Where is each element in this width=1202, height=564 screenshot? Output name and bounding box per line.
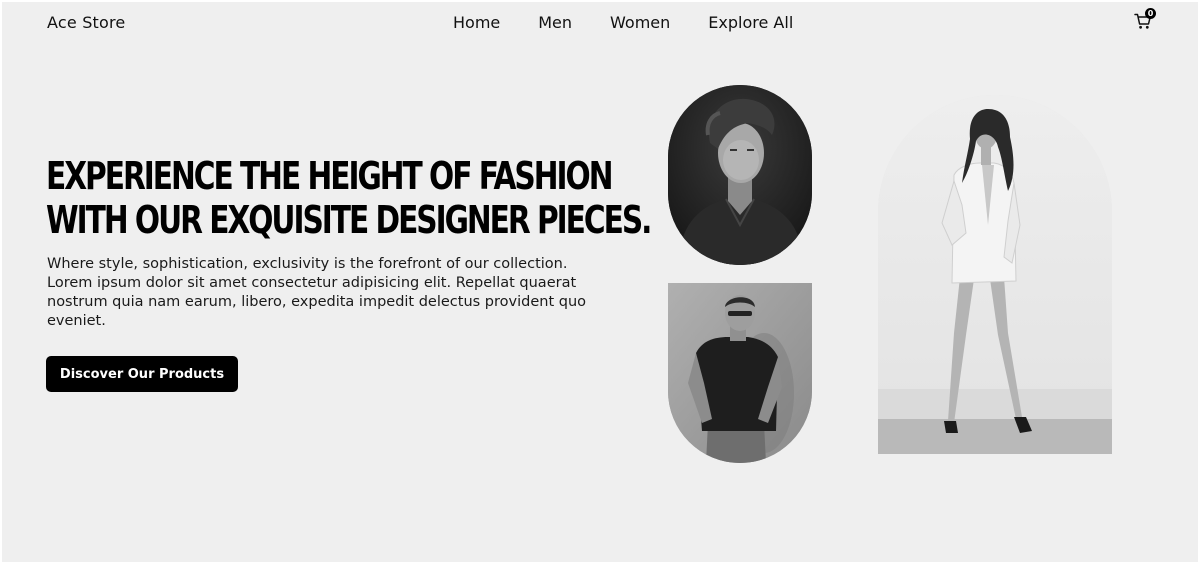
man-portrait-image xyxy=(668,85,812,265)
cart-button[interactable]: 0 xyxy=(1134,8,1156,31)
nav-home[interactable]: Home xyxy=(453,13,500,32)
man-casual-image xyxy=(668,283,812,463)
hero-headline: Experience the height of fashion with ou… xyxy=(46,154,652,242)
page: Ace Store Home Men Women Explore All 0 E… xyxy=(2,2,1198,562)
cart-count-badge: 0 xyxy=(1145,8,1156,19)
discover-products-button[interactable]: Discover Our Products xyxy=(46,356,238,392)
brand-logo[interactable]: Ace Store xyxy=(47,13,125,32)
hero-headline-line-1: Experience the height of fashion xyxy=(46,154,614,198)
nav-women[interactable]: Women xyxy=(610,13,670,32)
hero-description: Where style, sophistication, exclusivity… xyxy=(47,256,587,329)
nav-explore-all[interactable]: Explore All xyxy=(708,13,793,32)
hero-headline-line-2: with our exquisite designer pieces. xyxy=(46,198,652,242)
main-nav: Home Men Women Explore All xyxy=(453,13,793,32)
nav-men[interactable]: Men xyxy=(538,13,572,32)
woman-standing-image xyxy=(878,95,1112,454)
